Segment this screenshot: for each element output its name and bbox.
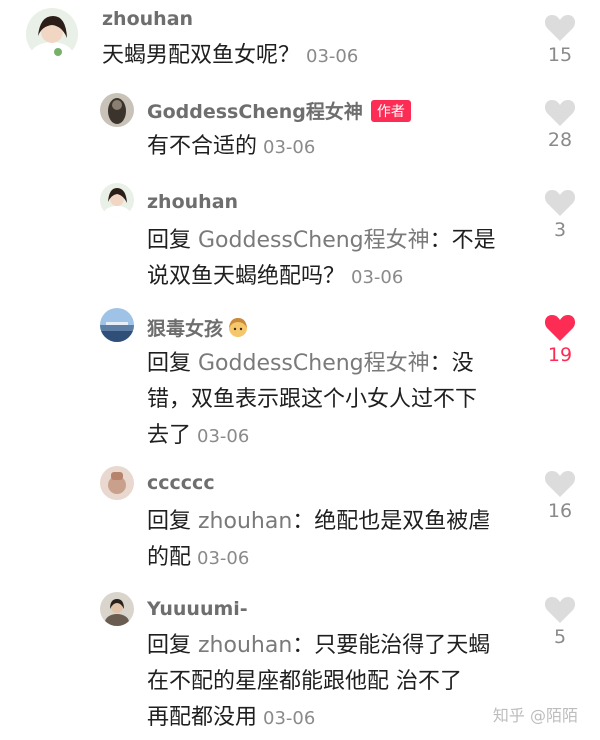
avatar[interactable]	[100, 93, 134, 127]
comment-text: 回复 GoddessCheng程女神：没 错，双鱼表示跟这个小女人过不下 去了 0…	[147, 346, 537, 455]
comment-body: 有不合适的	[147, 134, 258, 159]
like-button[interactable]: 19	[538, 314, 582, 366]
like-count: 28	[547, 129, 573, 151]
avatar[interactable]	[100, 592, 134, 626]
comment-body-line1: 不是	[451, 228, 496, 253]
reply-item: GoddessCheng程女神 作者 有不合适的 03-06 28	[0, 85, 600, 173]
like-button[interactable]: 28	[538, 99, 582, 151]
reply-item: zhouhan 回复 GoddessCheng程女神：不是 说双鱼天蝎绝配吗？ 0…	[0, 173, 600, 298]
heart-icon	[544, 597, 576, 623]
comment-text: 回复 GoddessCheng程女神：不是 说双鱼天蝎绝配吗？ 03-06	[147, 223, 537, 296]
comment-body-line3: 去了	[147, 423, 192, 448]
reply-separator: ：	[292, 633, 315, 658]
reply-target-user[interactable]: GoddessCheng程女神	[198, 228, 430, 253]
reply-item: cccccc 回复 zhouhan：绝配也是双鱼被虐 的配 03-06 16	[0, 458, 600, 586]
comment-body-line2: 说双鱼天蝎绝配吗？	[147, 264, 346, 289]
comment-time: 03-06	[263, 708, 316, 729]
reply-separator: ：	[429, 228, 452, 253]
reply-target-user[interactable]: zhouhan	[198, 633, 292, 658]
comment-text: 天蝎男配双鱼女呢？ 03-06	[102, 38, 358, 75]
comment-item: zhouhan 天蝎男配双鱼女呢？ 03-06 15	[0, 0, 600, 85]
comment-body-line2: 错，双鱼表示跟这个小女人过不下	[147, 387, 478, 412]
watermark: 知乎 @陌陌	[492, 706, 578, 725]
comment-body-line3: 再配都没用	[147, 705, 258, 730]
reply-prefix: 回复	[147, 633, 198, 658]
like-count: 15	[547, 44, 573, 66]
reply-prefix: 回复	[147, 351, 198, 376]
girl-emoji-icon	[227, 316, 249, 343]
comment-body-line2: 的配	[147, 545, 192, 570]
username-text: GoddessCheng程女神	[147, 101, 363, 123]
comment-username[interactable]: 狠毒女孩	[147, 314, 249, 343]
comment-time: 03-06	[351, 267, 404, 288]
like-button[interactable]: 3	[538, 189, 582, 241]
comment-time: 03-06	[197, 548, 250, 569]
comment-body-line1: 绝配也是双鱼被虐	[314, 509, 491, 534]
like-button[interactable]: 16	[538, 470, 582, 522]
comment-body-line2: 在不配的星座都能跟他配 治不了	[147, 669, 462, 694]
comment-username[interactable]: zhouhan	[102, 8, 193, 30]
like-count: 16	[547, 500, 573, 522]
username-text: 狠毒女孩	[147, 318, 224, 340]
reply-target-user[interactable]: GoddessCheng程女神	[198, 351, 430, 376]
heart-icon	[544, 190, 576, 216]
like-count: 3	[553, 219, 567, 241]
heart-icon	[544, 100, 576, 126]
comment-body-line1: 只要能治得了天蝎	[314, 633, 491, 658]
reply-target-user[interactable]: zhouhan	[198, 509, 292, 534]
like-button[interactable]: 5	[538, 596, 582, 648]
comment-body: 天蝎男配双鱼女呢？	[102, 43, 301, 68]
reply-prefix: 回复	[147, 509, 198, 534]
avatar[interactable]	[100, 308, 134, 342]
comment-time: 03-06	[263, 137, 316, 158]
avatar[interactable]	[100, 466, 134, 500]
comment-username[interactable]: zhouhan	[147, 191, 238, 213]
comment-time: 03-06	[306, 46, 359, 67]
comment-text: 有不合适的 03-06	[147, 129, 315, 166]
reply-item: 狠毒女孩 回复 GoddessCheng程女神：没 错，双鱼表示跟这个小女人过不…	[0, 298, 600, 458]
avatar[interactable]	[100, 183, 134, 217]
comment-body-line1: 没	[451, 351, 474, 376]
avatar[interactable]	[26, 8, 78, 60]
author-badge: 作者	[370, 100, 411, 122]
like-count: 5	[553, 626, 567, 648]
comment-username[interactable]: Yuuuumi-	[147, 598, 248, 620]
like-count: 19	[547, 344, 573, 366]
comment-time: 03-06	[197, 426, 250, 447]
comment-username[interactable]: GoddessCheng程女神 作者	[147, 97, 411, 124]
heart-icon	[544, 471, 576, 497]
comment-text: 回复 zhouhan：只要能治得了天蝎 在不配的星座都能跟他配 治不了 再配都没…	[147, 628, 537, 737]
reply-prefix: 回复	[147, 228, 198, 253]
comment-username[interactable]: cccccc	[147, 472, 215, 494]
reply-separator: ：	[292, 509, 315, 534]
comment-text: 回复 zhouhan：绝配也是双鱼被虐 的配 03-06	[147, 504, 537, 577]
heart-icon	[544, 15, 576, 41]
heart-icon	[544, 315, 576, 341]
reply-separator: ：	[429, 351, 452, 376]
like-button[interactable]: 15	[538, 14, 582, 66]
